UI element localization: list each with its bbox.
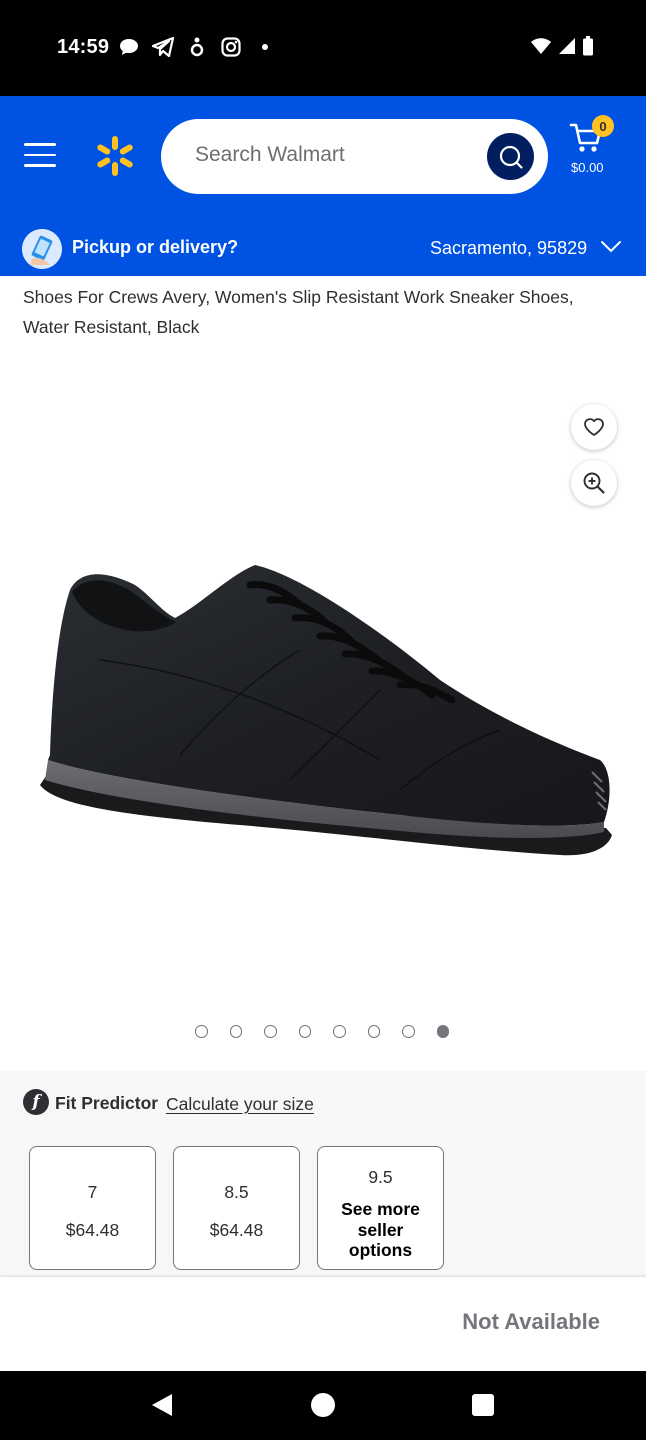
status-system-icons <box>530 36 594 56</box>
hamburger-icon-line <box>24 153 56 156</box>
carousel-dot[interactable] <box>264 1025 277 1038</box>
pickup-phone-icon <box>22 229 62 269</box>
status-bar: 14:59 <box>0 0 646 96</box>
location-label[interactable]: Sacramento, 95829 <box>430 238 587 259</box>
fit-predictor-label: Fit Predictor <box>55 1093 159 1113</box>
battery-icon <box>583 36 593 56</box>
see-more-seller-options: See more seller options <box>341 1199 420 1260</box>
search-icon <box>499 145 523 169</box>
zoom-in-icon <box>583 472 605 494</box>
hamburger-icon-line <box>24 164 56 167</box>
notification-app-icon <box>186 36 208 58</box>
carousel-dot[interactable] <box>195 1025 208 1038</box>
size-option-card[interactable]: 9.5 See more seller options <box>317 1146 444 1270</box>
chat-bubble-icon <box>118 36 140 58</box>
cart-count-badge: 0 <box>592 115 614 137</box>
size-option-card[interactable]: 8.5 $64.48 <box>173 1146 300 1270</box>
size-price: $64.48 <box>65 1220 120 1240</box>
cellular-signal-icon <box>559 38 575 54</box>
telegram-icon <box>152 36 174 58</box>
carousel-dot[interactable] <box>436 1025 449 1038</box>
black-sneaker-image[interactable] <box>0 360 646 1000</box>
instagram-icon <box>220 36 242 58</box>
heart-icon <box>584 418 604 436</box>
fit-predictor-logo: f <box>23 1089 49 1115</box>
status-notification-icons <box>118 36 276 58</box>
walmart-spark-logo[interactable] <box>94 135 136 177</box>
calculate-size-link[interactable]: Calculate your size <box>166 1094 314 1115</box>
hamburger-icon-line <box>24 143 56 146</box>
home-icon[interactable] <box>311 1393 335 1417</box>
favorite-button[interactable] <box>571 404 617 450</box>
carousel-dot[interactable] <box>298 1025 311 1038</box>
back-icon[interactable] <box>150 1393 174 1417</box>
search-input[interactable] <box>195 143 475 167</box>
carousel-dot[interactable] <box>229 1025 242 1038</box>
cart-total: $0.00 <box>571 160 604 175</box>
carousel-dot[interactable] <box>367 1025 380 1038</box>
carousel-dot[interactable] <box>333 1025 346 1038</box>
chevron-down-icon[interactable] <box>600 240 622 254</box>
pickup-label[interactable]: Pickup or delivery? <box>72 237 238 258</box>
product-title: Shoes For Crews Avery, Women's Slip Resi… <box>23 287 574 337</box>
carousel-dot[interactable] <box>402 1025 415 1038</box>
status-time: 14:59 <box>57 36 110 58</box>
image-carousel-dots <box>195 1025 449 1038</box>
menu-button[interactable] <box>24 143 56 169</box>
size-option-card[interactable]: 7 $64.48 <box>29 1146 156 1270</box>
size-value: 7 <box>87 1182 98 1202</box>
zoom-button[interactable] <box>571 460 617 506</box>
search-button[interactable] <box>487 133 534 180</box>
size-value: 8.5 <box>224 1182 249 1202</box>
dot-icon <box>254 36 276 58</box>
wifi-icon <box>531 38 551 54</box>
recent-apps-icon[interactable] <box>472 1394 494 1416</box>
availability-status: Not Available <box>462 1309 600 1334</box>
size-price: $64.48 <box>209 1220 264 1240</box>
size-value: 9.5 <box>368 1167 393 1187</box>
